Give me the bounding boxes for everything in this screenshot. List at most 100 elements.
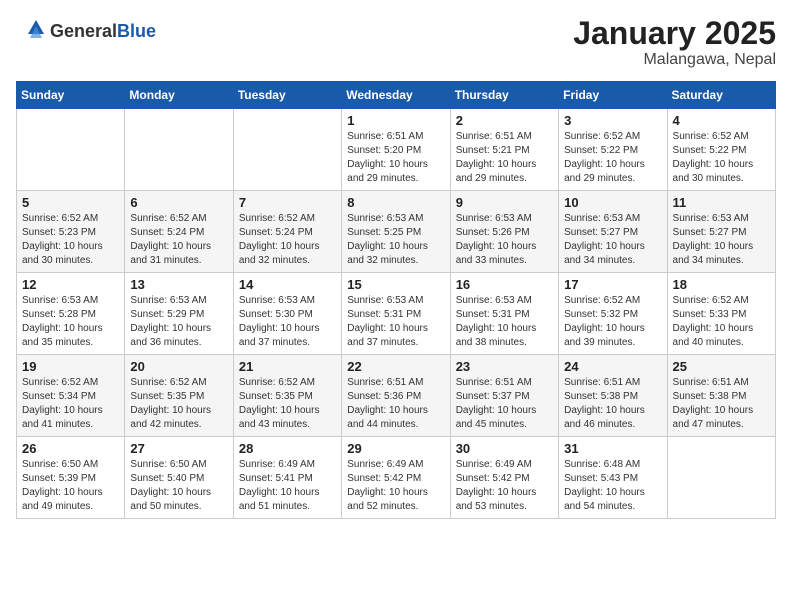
calendar-table: SundayMondayTuesdayWednesdayThursdayFrid… xyxy=(16,81,776,519)
calendar-cell: 17 Sunrise: 6:52 AMSunset: 5:32 PMDayligh… xyxy=(559,273,667,355)
day-info: Sunrise: 6:51 AMSunset: 5:38 PMDaylight:… xyxy=(673,376,770,432)
calendar-cell: 29Sunrise: 6:49 AMSunset: 5:42 PMDayligh… xyxy=(342,437,450,519)
weekday-header: Monday xyxy=(125,82,233,109)
day-info: Sunrise: 6:53 AMSunset: 5:31 PMDaylight:… xyxy=(347,294,444,350)
calendar-cell: 22Sunrise: 6:51 AMSunset: 5:36 PMDayligh… xyxy=(342,355,450,437)
calendar-cell xyxy=(233,109,341,191)
day-info: Sunrise: 6:49 AMSunset: 5:42 PMDaylight:… xyxy=(456,458,553,514)
day-number: 15 xyxy=(347,277,444,292)
calendar-body: 1 Sunrise: 6:51 AMSunset: 5:20 PMDaylight… xyxy=(17,109,776,519)
calendar-cell: 1 Sunrise: 6:51 AMSunset: 5:20 PMDaylight… xyxy=(342,109,450,191)
day-info: Sunrise: 6:52 AMSunset: 5:22 PMDaylight:… xyxy=(673,130,770,186)
logo-text-blue: Blue xyxy=(117,21,156,41)
calendar-cell xyxy=(667,437,775,519)
calendar-cell: 23 Sunrise: 6:51 AMSunset: 5:37 PMDayligh… xyxy=(450,355,558,437)
day-number: 27 xyxy=(130,441,227,456)
day-info: Sunrise: 6:52 AMSunset: 5:35 PMDaylight:… xyxy=(239,376,336,432)
day-info: Sunrise: 6:52 AMSunset: 5:22 PMDaylight:… xyxy=(564,130,661,186)
calendar-cell: 25 Sunrise: 6:51 AMSunset: 5:38 PMDayligh… xyxy=(667,355,775,437)
calendar-cell xyxy=(17,109,125,191)
weekday-header: Wednesday xyxy=(342,82,450,109)
logo: GeneralBlue xyxy=(16,16,156,46)
day-info: Sunrise: 6:53 AMSunset: 5:30 PMDaylight:… xyxy=(239,294,336,350)
day-number: 2 xyxy=(456,113,553,128)
day-number: 7 xyxy=(239,195,336,210)
day-number: 18 xyxy=(673,277,770,292)
calendar-cell: 21 Sunrise: 6:52 AMSunset: 5:35 PMDayligh… xyxy=(233,355,341,437)
calendar-week-row: 19 Sunrise: 6:52 AMSunset: 5:34 PMDayligh… xyxy=(17,355,776,437)
day-number: 3 xyxy=(564,113,661,128)
day-number: 12 xyxy=(22,277,119,292)
calendar-cell: 28 Sunrise: 6:49 AMSunset: 5:41 PMDayligh… xyxy=(233,437,341,519)
day-info: Sunrise: 6:53 AMSunset: 5:31 PMDaylight:… xyxy=(456,294,553,350)
calendar-cell: 4Sunrise: 6:52 AMSunset: 5:22 PMDaylight… xyxy=(667,109,775,191)
day-number: 29 xyxy=(347,441,444,456)
day-info: Sunrise: 6:49 AMSunset: 5:41 PMDaylight:… xyxy=(239,458,336,514)
calendar-cell: 11 Sunrise: 6:53 AMSunset: 5:27 PMDayligh… xyxy=(667,191,775,273)
day-number: 21 xyxy=(239,359,336,374)
calendar-cell: 30 Sunrise: 6:49 AMSunset: 5:42 PMDayligh… xyxy=(450,437,558,519)
calendar-week-row: 1 Sunrise: 6:51 AMSunset: 5:20 PMDaylight… xyxy=(17,109,776,191)
day-info: Sunrise: 6:51 AMSunset: 5:37 PMDaylight:… xyxy=(456,376,553,432)
day-number: 28 xyxy=(239,441,336,456)
calendar-cell: 20Sunrise: 6:52 AMSunset: 5:35 PMDayligh… xyxy=(125,355,233,437)
day-number: 25 xyxy=(673,359,770,374)
day-info: Sunrise: 6:52 AMSunset: 5:34 PMDaylight:… xyxy=(22,376,119,432)
day-info: Sunrise: 6:52 AMSunset: 5:23 PMDaylight:… xyxy=(22,212,119,268)
day-info: Sunrise: 6:48 AMSunset: 5:43 PMDaylight:… xyxy=(564,458,661,514)
calendar-cell: 15 Sunrise: 6:53 AMSunset: 5:31 PMDayligh… xyxy=(342,273,450,355)
calendar-cell: 3 Sunrise: 6:52 AMSunset: 5:22 PMDaylight… xyxy=(559,109,667,191)
weekday-header: Thursday xyxy=(450,82,558,109)
calendar-cell: 26Sunrise: 6:50 AMSunset: 5:39 PMDayligh… xyxy=(17,437,125,519)
calendar-cell xyxy=(125,109,233,191)
calendar-cell: 31 Sunrise: 6:48 AMSunset: 5:43 PMDayligh… xyxy=(559,437,667,519)
day-number: 14 xyxy=(239,277,336,292)
calendar-cell: 14 Sunrise: 6:53 AMSunset: 5:30 PMDayligh… xyxy=(233,273,341,355)
calendar-week-row: 12 Sunrise: 6:53 AMSunset: 5:28 PMDayligh… xyxy=(17,273,776,355)
day-number: 9 xyxy=(456,195,553,210)
day-number: 5 xyxy=(22,195,119,210)
day-number: 24 xyxy=(564,359,661,374)
location-title: Malangawa, Nepal xyxy=(573,51,776,69)
day-info: Sunrise: 6:52 AMSunset: 5:32 PMDaylight:… xyxy=(564,294,661,350)
day-number: 30 xyxy=(456,441,553,456)
day-info: Sunrise: 6:51 AMSunset: 5:20 PMDaylight:… xyxy=(347,130,444,186)
day-number: 6 xyxy=(130,195,227,210)
day-number: 17 xyxy=(564,277,661,292)
day-info: Sunrise: 6:53 AMSunset: 5:25 PMDaylight:… xyxy=(347,212,444,268)
weekday-header-row: SundayMondayTuesdayWednesdayThursdayFrid… xyxy=(17,82,776,109)
day-info: Sunrise: 6:51 AMSunset: 5:21 PMDaylight:… xyxy=(456,130,553,186)
day-info: Sunrise: 6:52 AMSunset: 5:35 PMDaylight:… xyxy=(130,376,227,432)
day-info: Sunrise: 6:50 AMSunset: 5:40 PMDaylight:… xyxy=(130,458,227,514)
day-number: 26 xyxy=(22,441,119,456)
day-info: Sunrise: 6:52 AMSunset: 5:33 PMDaylight:… xyxy=(673,294,770,350)
calendar-cell: 12 Sunrise: 6:53 AMSunset: 5:28 PMDayligh… xyxy=(17,273,125,355)
calendar-cell: 7 Sunrise: 6:52 AMSunset: 5:24 PMDaylight… xyxy=(233,191,341,273)
day-info: Sunrise: 6:52 AMSunset: 5:24 PMDaylight:… xyxy=(130,212,227,268)
day-info: Sunrise: 6:52 AMSunset: 5:24 PMDaylight:… xyxy=(239,212,336,268)
day-number: 11 xyxy=(673,195,770,210)
calendar-cell: 5 Sunrise: 6:52 AMSunset: 5:23 PMDaylight… xyxy=(17,191,125,273)
calendar-cell: 24Sunrise: 6:51 AMSunset: 5:38 PMDayligh… xyxy=(559,355,667,437)
day-info: Sunrise: 6:53 AMSunset: 5:29 PMDaylight:… xyxy=(130,294,227,350)
day-number: 13 xyxy=(130,277,227,292)
day-number: 31 xyxy=(564,441,661,456)
day-number: 19 xyxy=(22,359,119,374)
day-info: Sunrise: 6:53 AMSunset: 5:27 PMDaylight:… xyxy=(564,212,661,268)
weekday-header: Saturday xyxy=(667,82,775,109)
calendar-week-row: 26Sunrise: 6:50 AMSunset: 5:39 PMDayligh… xyxy=(17,437,776,519)
day-info: Sunrise: 6:53 AMSunset: 5:28 PMDaylight:… xyxy=(22,294,119,350)
calendar-cell: 13 Sunrise: 6:53 AMSunset: 5:29 PMDayligh… xyxy=(125,273,233,355)
weekday-header: Friday xyxy=(559,82,667,109)
calendar-cell: 9 Sunrise: 6:53 AMSunset: 5:26 PMDaylight… xyxy=(450,191,558,273)
day-info: Sunrise: 6:53 AMSunset: 5:26 PMDaylight:… xyxy=(456,212,553,268)
day-info: Sunrise: 6:53 AMSunset: 5:27 PMDaylight:… xyxy=(673,212,770,268)
calendar-cell: 16Sunrise: 6:53 AMSunset: 5:31 PMDayligh… xyxy=(450,273,558,355)
day-number: 22 xyxy=(347,359,444,374)
logo-text-general: General xyxy=(50,21,117,41)
calendar-cell: 19 Sunrise: 6:52 AMSunset: 5:34 PMDayligh… xyxy=(17,355,125,437)
day-number: 23 xyxy=(456,359,553,374)
day-number: 1 xyxy=(347,113,444,128)
calendar-cell: 2 Sunrise: 6:51 AMSunset: 5:21 PMDaylight… xyxy=(450,109,558,191)
calendar-cell: 18 Sunrise: 6:52 AMSunset: 5:33 PMDayligh… xyxy=(667,273,775,355)
